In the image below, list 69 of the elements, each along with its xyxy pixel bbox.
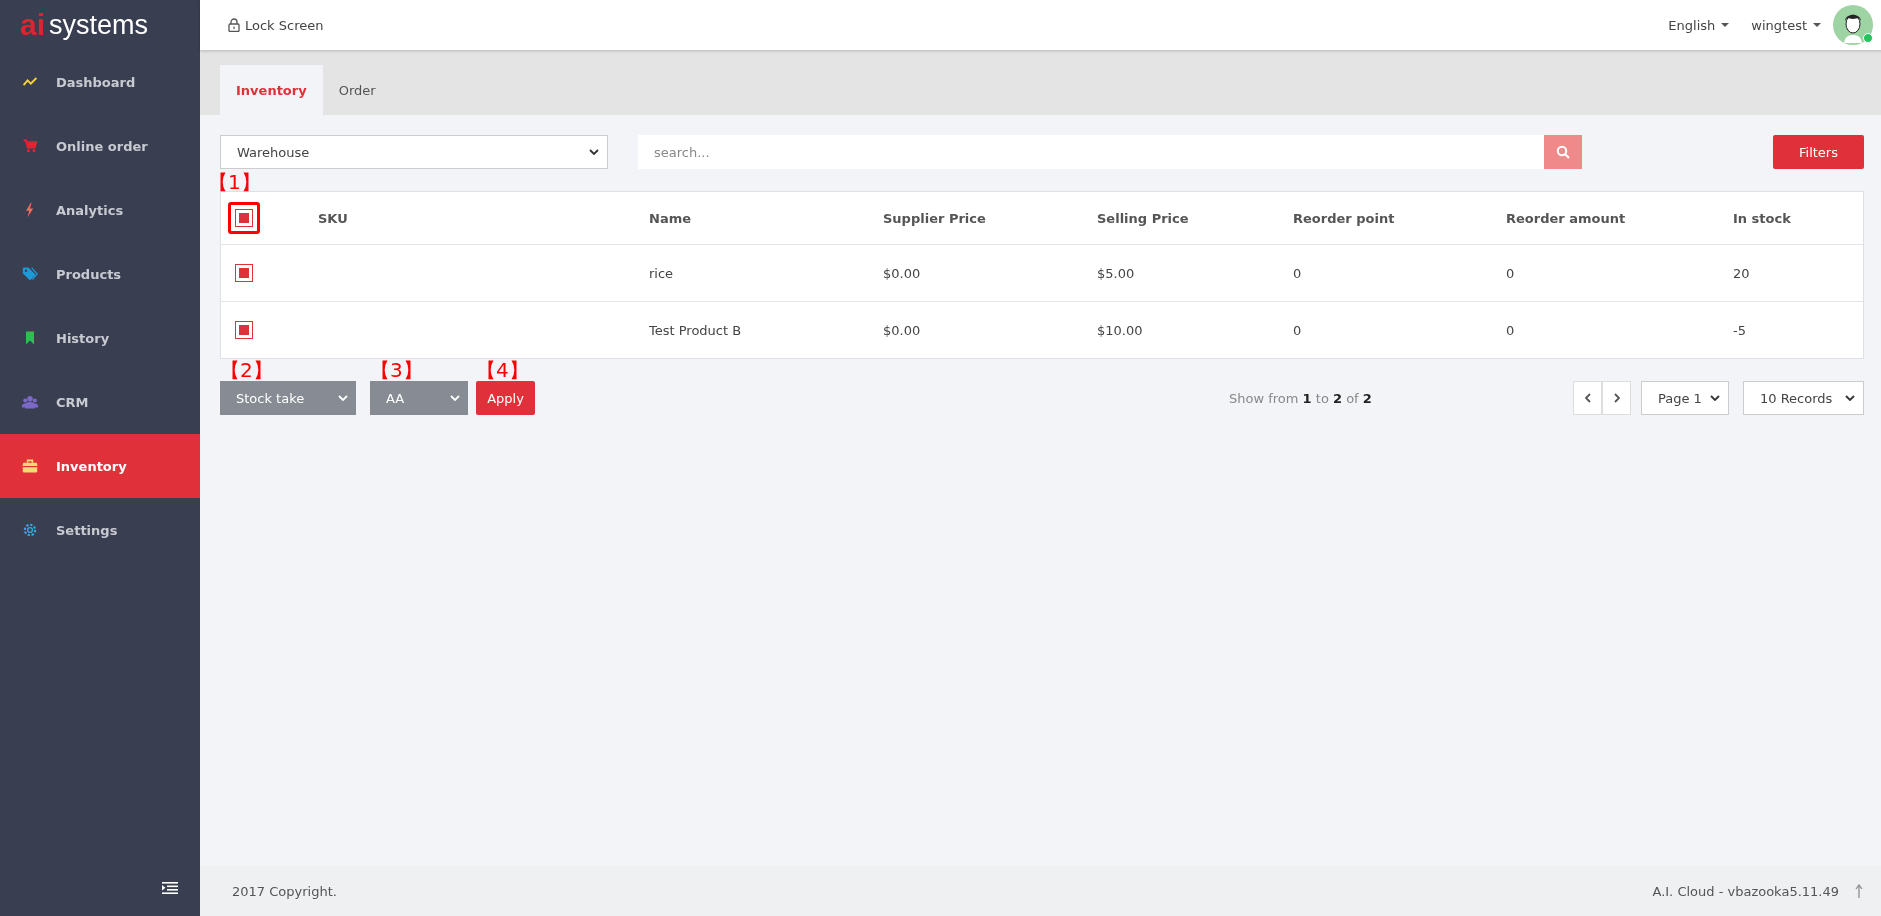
caret-icon: [1721, 23, 1730, 27]
chevron-icon: [1845, 395, 1855, 401]
checkbox[interactable]: [235, 209, 253, 227]
annotation-label: 【2】: [220, 359, 274, 381]
checkbox[interactable]: [235, 264, 253, 282]
table-cell: rice: [649, 265, 674, 281]
lock-icon: [228, 18, 240, 32]
chevron-icon: [338, 395, 348, 401]
warehouse-select[interactable]: Warehouse: [220, 135, 608, 169]
arrow-up-icon[interactable]: [1855, 884, 1863, 898]
search-button[interactable]: [1544, 135, 1582, 169]
table-cell: $0.00: [883, 265, 921, 281]
column-header[interactable]: In stock: [1733, 210, 1791, 226]
annotation-label: 【1】: [208, 171, 261, 193]
column-header[interactable]: Name: [649, 210, 691, 226]
version-text: A.I. Cloud - vbazooka5.11.49: [1652, 883, 1839, 899]
filters-button[interactable]: Filters: [1773, 135, 1864, 169]
checkbox[interactable]: [235, 321, 253, 339]
table-cell: -5: [1733, 322, 1746, 338]
page-select[interactable]: Page 1: [1641, 381, 1729, 415]
sidebar-item[interactable]: Dashboard: [0, 50, 200, 114]
caret-icon: [1813, 23, 1821, 27]
avatar[interactable]: [1833, 5, 1873, 45]
logo-mark: ai: [20, 8, 46, 42]
sidebar-item[interactable]: Online order: [0, 114, 200, 178]
table-cell: $0.00: [883, 322, 921, 338]
menu-icon[interactable]: [162, 882, 178, 894]
column-header[interactable]: SKU: [318, 210, 348, 226]
sidebar-item[interactable]: Analytics: [0, 178, 200, 242]
annotation-label: 【4】: [476, 359, 530, 381]
table-cell: 0: [1506, 265, 1515, 281]
records-per-page-select[interactable]: 10 Records: [1743, 381, 1864, 415]
next-page-button[interactable]: [1602, 381, 1631, 415]
table-cell: 20: [1733, 265, 1750, 281]
annotation-label: 【3】: [370, 359, 424, 381]
apply-button[interactable]: Apply: [476, 381, 535, 415]
chevron-icon: [1710, 395, 1720, 401]
column-header[interactable]: Supplier Price: [883, 210, 986, 226]
search-icon: [1556, 145, 1570, 159]
table-cell: 0: [1293, 322, 1302, 338]
record-summary: Show from 1 to 2 of 2: [1229, 390, 1372, 406]
chevron-icon: [589, 149, 599, 155]
sidebar-item[interactable]: CRM: [0, 370, 200, 434]
column-header[interactable]: Selling Price: [1097, 210, 1189, 226]
lock-screen-link[interactable]: Lock Screen: [228, 17, 324, 33]
table-cell: $5.00: [1097, 265, 1135, 281]
copyright-text: 2017 Copyright.: [232, 883, 337, 899]
table-cell: $10.00: [1097, 322, 1143, 338]
target-select[interactable]: AA: [370, 381, 468, 415]
table-cell: 0: [1506, 322, 1515, 338]
tab[interactable]: Order: [322, 65, 392, 115]
chevron-icon: [450, 395, 460, 401]
previous-page-button[interactable]: [1573, 381, 1602, 415]
sidebar-item[interactable]: Inventory: [0, 434, 200, 498]
column-header[interactable]: Reorder amount: [1506, 210, 1626, 226]
logo-name: systems: [49, 9, 149, 41]
sidebar-item[interactable]: History: [0, 306, 200, 370]
sidebar-item[interactable]: Products: [0, 242, 200, 306]
table-cell: Test Product B: [649, 322, 742, 338]
action-select[interactable]: Stock take: [220, 381, 356, 415]
language-dropdown[interactable]: English: [1668, 17, 1730, 33]
chevron-right-icon: [1613, 393, 1620, 403]
tab[interactable]: Inventory: [220, 65, 323, 115]
user-dropdown[interactable]: wingtest: [1751, 17, 1821, 33]
column-header[interactable]: Reorder point: [1293, 210, 1395, 226]
sidebar-item[interactable]: Settings: [0, 498, 200, 562]
table-cell: 0: [1293, 265, 1302, 281]
search-field[interactable]: search...: [638, 135, 1544, 169]
chevron-left-icon: [1584, 393, 1591, 403]
